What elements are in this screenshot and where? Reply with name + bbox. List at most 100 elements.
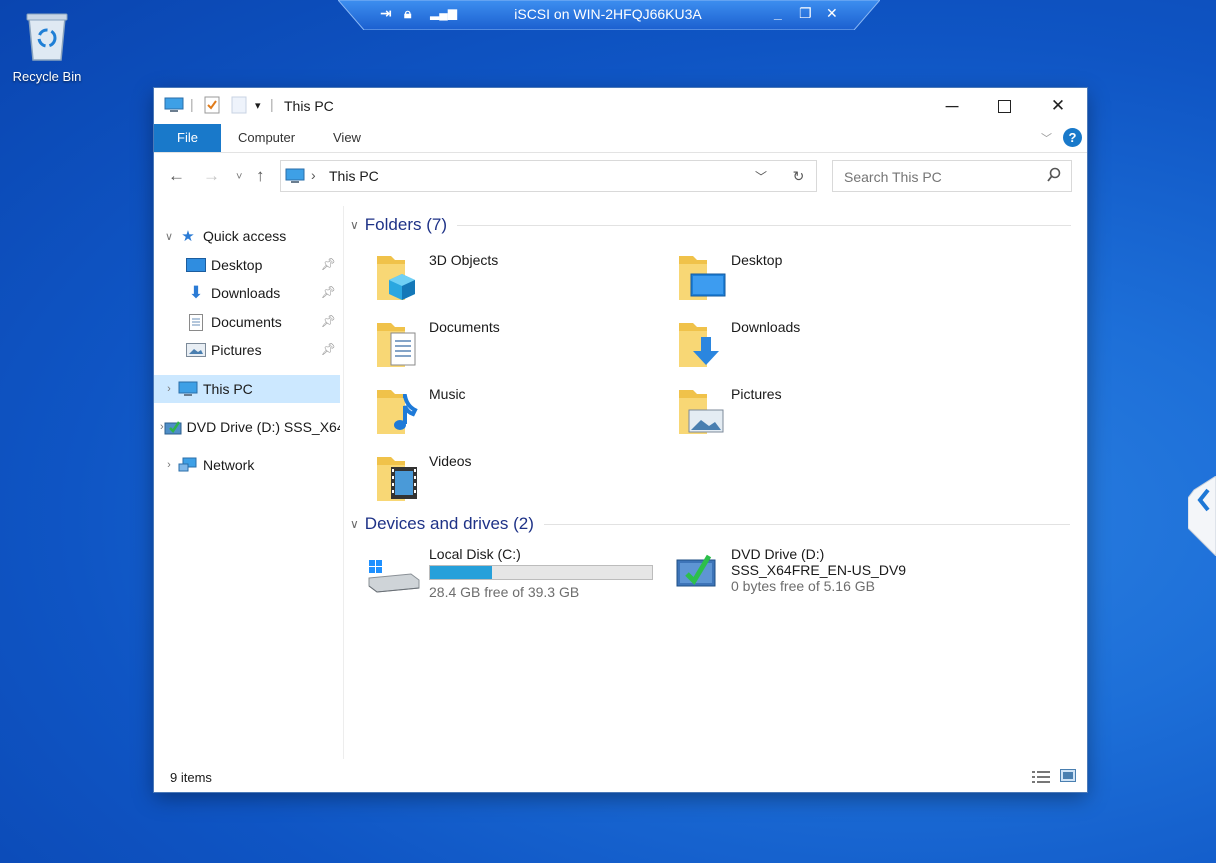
folder-pictures[interactable]: Pictures: [677, 384, 967, 444]
sidebar-item-quick-access[interactable]: ∨ ★ Quick access: [154, 222, 340, 250]
help-icon[interactable]: ?: [1063, 128, 1082, 147]
folder-name: Videos: [429, 453, 472, 469]
3d-objects-folder-icon: [377, 256, 415, 300]
tab-computer[interactable]: Computer: [238, 124, 295, 152]
back-button[interactable]: ←: [168, 166, 185, 186]
collapsed-chevron-icon[interactable]: ›: [160, 459, 178, 471]
breadcrumb-separator-icon[interactable]: ›: [311, 167, 316, 183]
devices-group-header[interactable]: ∨ Devices and drives (2): [350, 514, 1070, 534]
group-collapse-icon[interactable]: ∨: [350, 218, 359, 232]
sidebar-item-label: Network: [203, 457, 255, 473]
videos-folder-icon: [377, 457, 417, 501]
address-dropdown-icon[interactable]: ﹀: [755, 168, 767, 185]
folder-3d-objects[interactable]: 3D Objects: [375, 250, 665, 310]
signal-strength-icon[interactable]: ▂▄▆: [430, 5, 457, 21]
tab-view[interactable]: View: [333, 124, 361, 152]
folder-documents[interactable]: Documents: [375, 317, 665, 377]
breadcrumb-this-pc[interactable]: This PC: [329, 168, 379, 184]
sidebar-item-desktop[interactable]: Desktop 📌︎: [154, 251, 340, 279]
sidebar-item-this-pc[interactable]: › This PC: [154, 375, 340, 403]
group-divider: [543, 523, 1070, 525]
search-box[interactable]: [832, 160, 1072, 192]
folder-music[interactable]: Music: [375, 384, 665, 444]
sidebar-item-label: DVD Drive (D:) SSS_X64FRE_EN-US_DV9: [186, 419, 340, 435]
address-bar[interactable]: › This PC ﹀: [280, 160, 817, 192]
pin-icon: 📌︎: [320, 257, 336, 271]
folder-name: Music: [429, 386, 466, 402]
desktop-folder-icon: [679, 256, 726, 300]
drive-dvd-d[interactable]: DVD Drive (D:) SSS_X64FRE_EN-US_DV9 0 by…: [675, 544, 975, 604]
dvd-drive-icon: [676, 554, 716, 587]
folder-name: Documents: [429, 319, 500, 335]
title-bar[interactable]: | ▾ | This PC ─ ✕: [154, 88, 1087, 124]
collapsed-chevron-icon[interactable]: ›: [160, 383, 178, 395]
sidebar-item-network[interactable]: › Network: [154, 451, 340, 479]
network-icon: [178, 456, 198, 474]
sidebar-item-label: Quick access: [203, 228, 287, 244]
local-disk-icon: [368, 560, 420, 593]
customize-toolbar-icon[interactable]: ▾: [255, 99, 261, 112]
separator: |: [190, 96, 194, 112]
documents-folder-icon: [377, 323, 416, 367]
refresh-button[interactable]: ↻: [781, 160, 817, 192]
folder-name: 3D Objects: [429, 252, 499, 268]
pin-icon: 📌︎: [320, 314, 336, 328]
minimize-session-icon[interactable]: _: [774, 5, 782, 21]
sidebar-item-downloads[interactable]: ⬇ Downloads 📌︎: [154, 279, 340, 307]
downloads-folder-icon: [679, 323, 719, 367]
pin-icon: 📌︎: [320, 285, 336, 299]
explorer-window: | ▾ | This PC ─ ✕ File Computer View ﹀ ?…: [154, 88, 1087, 792]
expand-ribbon-icon[interactable]: ﹀: [1041, 130, 1052, 146]
close-session-icon[interactable]: ✕: [826, 5, 838, 21]
desktop-icon: [186, 256, 206, 274]
sidebar-item-dvd-drive[interactable]: › DVD Drive (D:) SSS_X64FRE_EN-US_DV9: [154, 413, 340, 441]
sidebar-item-pictures[interactable]: Pictures 📌︎: [154, 336, 340, 364]
music-folder-icon: [377, 390, 418, 434]
new-folder-icon[interactable]: [231, 96, 247, 117]
drive-info: DVD Drive (D:) SSS_X64FRE_EN-US_DV9 0 by…: [731, 546, 906, 594]
large-icons-view-icon[interactable]: [1060, 769, 1076, 786]
navigation-pane: ∨ ★ Quick access Desktop 📌︎ ⬇ Downloads …: [154, 206, 344, 759]
details-view-icon[interactable]: [1032, 770, 1050, 787]
recycle-bin-icon: [26, 13, 68, 61]
search-input[interactable]: [842, 168, 1046, 186]
sidebar-item-label: Desktop: [211, 257, 263, 273]
this-pc-icon: [178, 380, 198, 398]
tab-file[interactable]: File: [154, 124, 221, 152]
maximize-button[interactable]: [977, 88, 1031, 124]
drive-local-disk-c[interactable]: Local Disk (C:) 28.4 GB free of 39.3 GB: [367, 544, 667, 604]
recent-locations-icon[interactable]: ˅: [236, 171, 242, 183]
side-panel-tab[interactable]: [1187, 475, 1216, 557]
pictures-folder-icon: [679, 390, 724, 434]
search-icon[interactable]: [1047, 167, 1061, 186]
close-button[interactable]: ✕: [1031, 88, 1085, 124]
item-count: 9 items: [170, 770, 212, 785]
folder-name: Downloads: [731, 319, 801, 335]
sidebar-item-label: Downloads: [211, 285, 281, 301]
up-button[interactable]: ↑: [256, 166, 265, 186]
folders-group-header[interactable]: ∨ Folders (7): [350, 215, 1071, 235]
sidebar-item-documents[interactable]: Documents 📌︎: [154, 308, 340, 336]
properties-icon[interactable]: [204, 96, 220, 117]
pin-bar-icon[interactable]: ⇥: [380, 5, 392, 21]
folder-desktop[interactable]: Desktop: [677, 250, 967, 310]
drive-name: Local Disk (C:): [429, 546, 521, 562]
drive-info: Local Disk (C:) 28.4 GB free of 39.3 GB: [429, 546, 653, 600]
restore-session-icon[interactable]: ❐: [799, 5, 812, 21]
drive-free-space: 0 bytes free of 5.16 GB: [731, 578, 875, 594]
group-collapse-icon[interactable]: ∨: [350, 517, 359, 531]
recycle-bin-label: Recycle Bin: [12, 69, 82, 84]
disk-usage-bar: [429, 565, 653, 580]
folder-downloads[interactable]: Downloads: [677, 317, 967, 377]
folder-videos[interactable]: Videos: [375, 451, 665, 511]
group-divider: [456, 224, 1071, 226]
group-title: Devices and drives (2): [364, 514, 534, 533]
expanded-chevron-icon[interactable]: ∨: [160, 230, 178, 243]
download-arrow-icon: ⬇: [188, 283, 204, 302]
refresh-icon: ↻: [792, 167, 805, 184]
minimize-button[interactable]: ─: [925, 88, 979, 124]
recycle-bin[interactable]: Recycle Bin: [8, 10, 86, 84]
lock-icon[interactable]: 🔒︎: [404, 5, 411, 21]
separator: |: [270, 96, 274, 112]
forward-button[interactable]: →: [203, 166, 220, 186]
